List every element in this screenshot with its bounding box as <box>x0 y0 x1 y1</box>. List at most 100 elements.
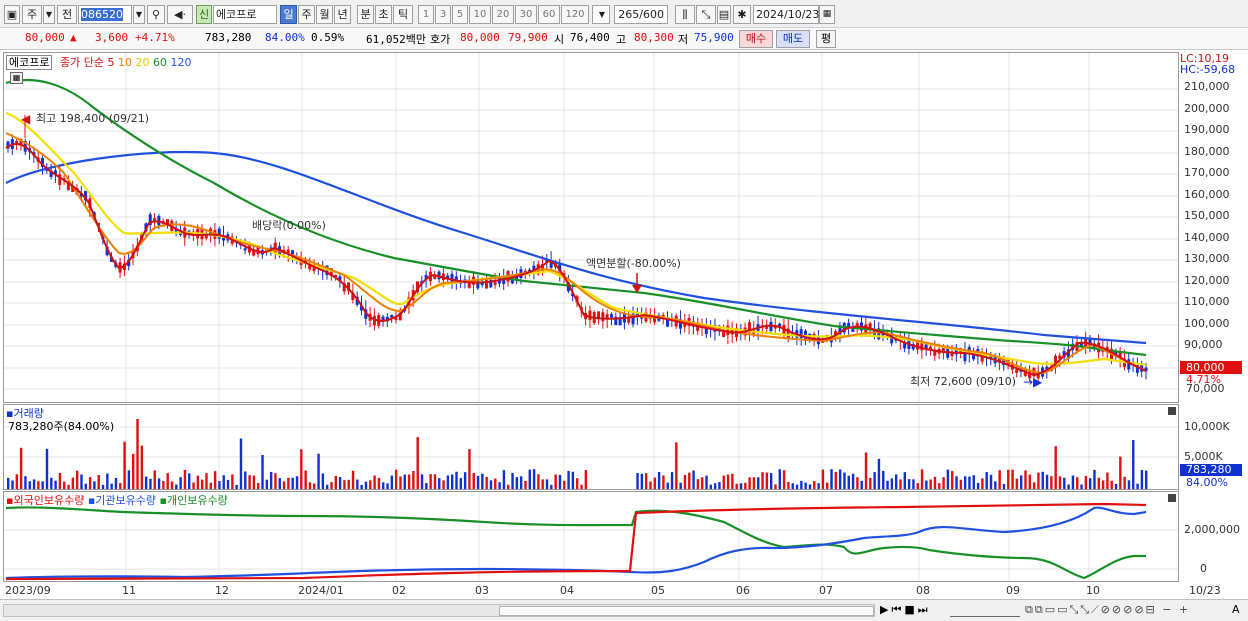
minute-option[interactable]: 30 <box>515 5 537 24</box>
window-menu-icon[interactable]: ▣ <box>4 5 20 24</box>
volume-bar <box>407 474 411 489</box>
sound-icon[interactable]: ◀· <box>167 5 193 24</box>
volume-bar <box>989 474 993 489</box>
tab-week[interactable]: 주 <box>298 5 315 24</box>
volume-bar <box>795 484 799 489</box>
ma10-line <box>5 132 1147 375</box>
individual-legend-text: 개인보유수량 <box>166 494 228 507</box>
minute-option[interactable]: 20 <box>492 5 514 24</box>
tab-label: 주 <box>301 8 312 21</box>
tab-year[interactable]: 년 <box>334 5 351 24</box>
calendar-icon[interactable]: ▦ <box>819 5 835 24</box>
tab-tick[interactable]: 틱 <box>393 5 413 24</box>
table-icon[interactable]: ▦ <box>10 72 23 84</box>
minute-option[interactable]: 1 <box>418 5 434 24</box>
holding-pane[interactable]: ▪외국인보유수량 ▪기관보유수량 ▪개인보유수량 <box>3 491 1179 582</box>
volume-bar <box>894 474 898 489</box>
period-selector[interactable]: 주 <box>22 5 42 24</box>
volume-value-label: 783,280주(84.00%) <box>8 420 115 433</box>
stock-code-input[interactable]: 086520 <box>78 5 132 24</box>
quote-bar: 80,000 ▲ 3,600 +4.71% 783,280 84.00% 0.5… <box>0 28 1248 50</box>
volume-bar <box>666 482 669 489</box>
volume-bar <box>412 471 415 489</box>
minute-option[interactable]: 3 <box>435 5 451 24</box>
volume-bar <box>127 470 131 489</box>
volume-bar <box>1136 483 1139 489</box>
y-tick: 160,000 <box>1184 188 1230 201</box>
volume-bar <box>97 475 100 489</box>
volume-bar <box>920 469 924 489</box>
vol-y-tick: 5,000K <box>1184 450 1223 463</box>
volume-bar <box>472 472 475 489</box>
minute-option[interactable]: 60 <box>538 5 560 24</box>
minute-option-label: 30 <box>519 9 533 20</box>
volume-bar <box>929 479 932 489</box>
avg-label: 평 <box>820 32 832 45</box>
volume-bar <box>416 437 419 489</box>
buy-button[interactable]: 매수 <box>739 30 773 48</box>
tab-minute[interactable]: 분 <box>357 5 374 24</box>
pane-close-icon[interactable] <box>1168 494 1176 502</box>
volume-current-tag: 783,280 <box>1180 464 1242 476</box>
zoom-slider[interactable] <box>950 603 1020 617</box>
minute-option-label: 120 <box>565 9 585 20</box>
pane-close-icon[interactable] <box>1168 407 1176 415</box>
price-chart-svg[interactable]: ◀ 최고 198,400 (09/21) 배당락(0.00%) 액면분할(-80… <box>4 53 1178 402</box>
volume-bar <box>912 479 915 489</box>
volume-axis: 10,000K 5,000K 783,280 84.00% <box>1180 404 1248 490</box>
volume-bar <box>657 471 661 489</box>
scrollbar-thumb[interactable] <box>499 606 874 616</box>
volume-bar <box>282 481 286 489</box>
volume-bar <box>80 474 83 489</box>
stock-name-field[interactable]: 에코프로 <box>213 5 277 24</box>
gear-icon[interactable]: ✱ <box>733 5 751 24</box>
volume-bar <box>75 470 79 489</box>
save-icon[interactable]: ▤ <box>717 5 731 24</box>
candle-count-field[interactable]: 265/600 <box>614 5 668 24</box>
volume-bar <box>287 477 290 489</box>
avg-button[interactable]: 평 <box>816 30 836 48</box>
open-label: 시 <box>554 33 565 46</box>
volume-bar <box>71 477 75 489</box>
volume-bar <box>1058 476 1062 489</box>
indicator-icon[interactable]: ⤡ <box>696 5 716 24</box>
volume-bar <box>838 469 842 489</box>
volume-ratio: 84.00% <box>265 31 305 44</box>
code-dropdown-icon[interactable]: ▼ <box>133 5 145 24</box>
volume-bar <box>481 473 484 489</box>
volume-bar <box>149 478 152 489</box>
tab-day[interactable]: 일 <box>280 5 297 24</box>
sell-button[interactable]: 매도 <box>776 30 810 48</box>
volume-bar <box>519 476 523 489</box>
high-annotation: 최고 198,400 (09/21) <box>36 112 149 125</box>
volume-bar <box>429 474 432 489</box>
playback-controls[interactable]: ▶⏮■⏭ <box>880 603 931 617</box>
volume-bar <box>1045 474 1049 489</box>
interval-dropdown-icon[interactable]: ▼ <box>592 5 610 24</box>
minute-option-label: 1 <box>422 9 430 20</box>
horizontal-scrollbar[interactable] <box>3 604 875 617</box>
volume-bar <box>524 480 527 489</box>
high-label: 고 <box>616 33 627 46</box>
minute-option[interactable]: 120 <box>561 5 589 24</box>
volume-bar <box>726 474 730 489</box>
tab-second[interactable]: 초 <box>375 5 392 24</box>
low-price: 75,900 <box>694 31 734 44</box>
volume-bar <box>994 481 997 489</box>
prev-button[interactable]: 전 <box>57 5 77 24</box>
volume-bar <box>1114 483 1118 489</box>
period-dropdown-icon[interactable]: ▼ <box>43 5 55 24</box>
tab-month[interactable]: 월 <box>316 5 333 24</box>
price-chart-pane[interactable]: ◀ 최고 198,400 (09/21) 배당락(0.00%) 액면분할(-80… <box>3 52 1179 403</box>
volume-bar <box>188 473 191 489</box>
volume-bar <box>446 475 450 489</box>
candle-type-icon[interactable]: ⫼ <box>675 5 695 24</box>
date-field[interactable]: 2024/10/23 <box>753 5 819 24</box>
minute-option[interactable]: 10 <box>469 5 491 24</box>
drawing-tools[interactable]: ⧉⧉▭▭⤡⤡⟋⊘⊘⊘⊘⊟ − + <box>1025 603 1190 617</box>
minute-option-label: 3 <box>439 9 447 20</box>
minute-option[interactable]: 5 <box>452 5 468 24</box>
search-icon[interactable]: ⚲ <box>147 5 165 24</box>
font-size-icon[interactable]: A <box>1232 603 1240 616</box>
volume-pane[interactable]: ▪거래량 783,280주(84.00%) <box>3 404 1179 490</box>
